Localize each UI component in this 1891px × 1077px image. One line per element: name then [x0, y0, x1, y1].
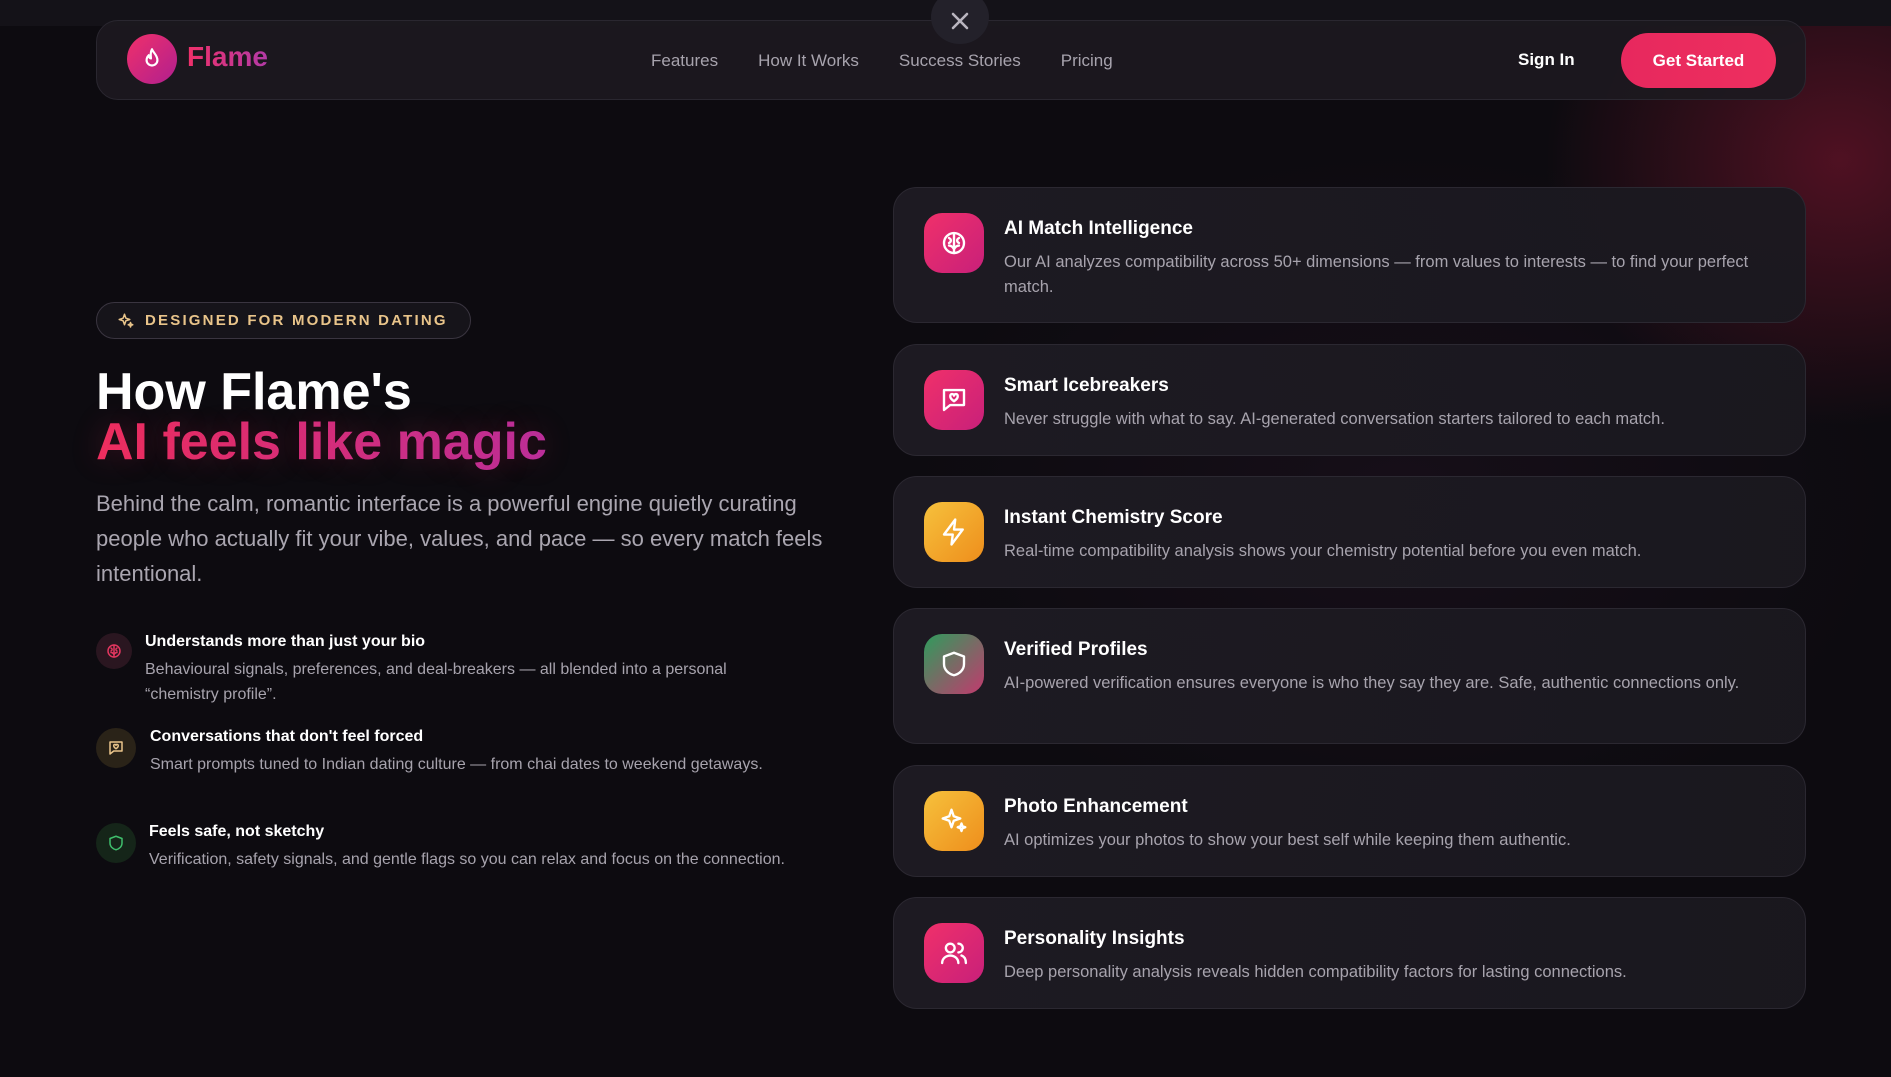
get-started-button[interactable]: Get Started	[1621, 33, 1776, 88]
nav-links: Features How It Works Success Stories Pr…	[651, 21, 1153, 101]
brain-icon	[107, 644, 121, 658]
chat-heart-icon	[942, 388, 966, 412]
users-icon	[940, 942, 968, 965]
feature-title: Personality Insights	[1004, 928, 1185, 949]
feature-card-chemistry-score[interactable]: Instant Chemistry Score Real-time compat…	[893, 476, 1806, 588]
nav-link-features[interactable]: Features	[651, 51, 718, 71]
feature-title: Verified Profiles	[1004, 639, 1148, 660]
point-icon	[96, 728, 136, 768]
point-title: Feels safe, not sketchy	[149, 823, 325, 840]
feature-description: Never struggle with what to say. AI-gene…	[1004, 410, 1665, 428]
close-icon	[951, 12, 969, 30]
feature-description: Real-time compatibility analysis shows y…	[1004, 542, 1642, 560]
feature-card-ai-match[interactable]: AI Match Intelligence Our AI analyzes co…	[893, 187, 1806, 323]
hero-description: Behind the calm, romantic interface is a…	[96, 491, 823, 586]
shield-icon	[942, 651, 966, 677]
feature-description: Our AI analyzes compatibility across 50+…	[1004, 253, 1749, 296]
feature-icon	[924, 634, 984, 694]
sparkles-icon	[941, 808, 967, 833]
hero-badge-label: DESIGNED FOR MODERN DATING	[145, 312, 448, 329]
chat-heart-icon	[109, 741, 123, 755]
feature-title: AI Match Intelligence	[1004, 218, 1193, 239]
feature-icon	[924, 502, 984, 562]
point-description: Behavioural signals, preferences, and de…	[145, 661, 727, 703]
feature-icon	[924, 370, 984, 430]
feature-card-verified[interactable]: Verified Profiles AI-powered verificatio…	[893, 608, 1806, 744]
lightning-icon	[942, 518, 964, 546]
feature-icon	[924, 923, 984, 983]
page: Flame Features How It Works Success Stor…	[0, 0, 1891, 1077]
shield-icon	[109, 835, 123, 851]
feature-description: Deep personality analysis reveals hidden…	[1004, 963, 1627, 981]
feature-description: AI optimizes your photos to show your be…	[1004, 831, 1571, 849]
sign-in-button[interactable]: Sign In	[1518, 50, 1575, 70]
point-description: Verification, safety signals, and gentle…	[149, 851, 785, 868]
logo-mark[interactable]	[127, 34, 177, 84]
point-title: Conversations that don't feel forced	[150, 728, 424, 745]
feature-title: Instant Chemistry Score	[1004, 507, 1223, 528]
feature-card-photo[interactable]: Photo Enhancement AI optimizes your phot…	[893, 765, 1806, 877]
feature-description: AI-powered verification ensures everyone…	[1004, 674, 1740, 692]
sparkles-icon	[118, 313, 134, 328]
nav-link-pricing[interactable]: Pricing	[1061, 51, 1113, 71]
point-icon	[96, 633, 132, 669]
point-title: Understands more than just your bio	[145, 633, 426, 650]
nav-link-success-stories[interactable]: Success Stories	[899, 51, 1021, 71]
feature-card-personality[interactable]: Personality Insights Deep personality an…	[893, 897, 1806, 1009]
nav-link-how-it-works[interactable]: How It Works	[758, 51, 859, 71]
point-icon	[96, 823, 136, 863]
feature-icon	[924, 791, 984, 851]
feature-title: Photo Enhancement	[1004, 796, 1188, 817]
point-description: Smart prompts tuned to Indian dating cul…	[150, 756, 763, 773]
feature-title: Smart Icebreakers	[1004, 375, 1169, 396]
brand-name[interactable]: Flame	[187, 41, 268, 73]
feature-card-icebreakers[interactable]: Smart Icebreakers Never struggle with wh…	[893, 344, 1806, 456]
hero-title-line2: AI feels like magic	[96, 413, 547, 471]
flame-icon	[145, 48, 159, 67]
brain-icon	[942, 231, 966, 255]
feature-icon	[924, 213, 984, 273]
hero-badge: DESIGNED FOR MODERN DATING	[96, 302, 471, 339]
